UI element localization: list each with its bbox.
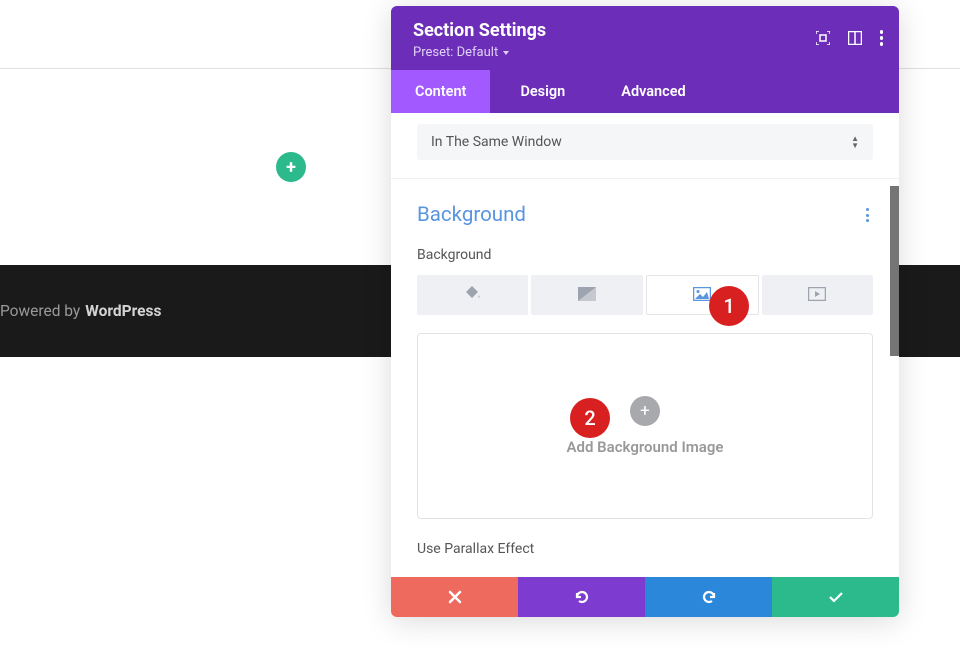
tab-content[interactable]: Content — [391, 70, 490, 113]
paint-bucket-icon — [465, 285, 481, 305]
modal-scrollbar[interactable] — [890, 186, 899, 356]
caret-down-icon — [503, 51, 509, 55]
background-image-dropzone[interactable]: + Add Background Image — [417, 333, 873, 519]
background-image-tab[interactable] — [646, 275, 759, 315]
settings-tabs: Content Design Advanced — [391, 70, 899, 113]
background-video-tab[interactable] — [762, 275, 873, 315]
gradient-icon — [578, 286, 596, 305]
link-target-select[interactable]: In The Same Window ▲▼ — [417, 124, 873, 160]
tab-advanced[interactable]: Advanced — [597, 70, 709, 113]
background-color-tab[interactable] — [417, 275, 528, 315]
add-image-text: Add Background Image — [567, 438, 724, 456]
background-section: Background Background — [391, 179, 899, 577]
redo-button[interactable] — [645, 577, 772, 617]
cancel-button[interactable] — [391, 577, 518, 617]
footer-prefix: Powered by — [0, 302, 80, 320]
section-options-icon[interactable] — [862, 208, 873, 222]
expand-icon[interactable] — [816, 31, 830, 45]
background-label: Background — [417, 247, 873, 263]
background-section-title: Background — [417, 203, 526, 227]
select-value: In The Same Window — [431, 134, 562, 150]
modal-title: Section Settings — [413, 20, 877, 41]
add-section-button[interactable]: + — [276, 152, 306, 182]
background-gradient-tab[interactable] — [531, 275, 642, 315]
section-settings-modal: Section Settings Preset: Default Content… — [391, 6, 899, 617]
undo-icon — [574, 589, 590, 605]
close-icon — [448, 590, 462, 604]
save-button[interactable] — [772, 577, 899, 617]
link-target-row: In The Same Window ▲▼ — [391, 113, 899, 179]
redo-icon — [701, 589, 717, 605]
preset-selector[interactable]: Preset: Default — [413, 45, 877, 60]
select-arrows-icon: ▲▼ — [851, 136, 859, 149]
section-title-row: Background — [417, 203, 873, 227]
undo-button[interactable] — [518, 577, 645, 617]
footer-brand: WordPress — [85, 302, 161, 320]
add-image-button[interactable]: + — [630, 396, 660, 426]
layout-icon[interactable] — [848, 31, 862, 45]
tab-design[interactable]: Design — [496, 70, 589, 113]
check-icon — [828, 591, 844, 603]
modal-body: In The Same Window ▲▼ Background Backgro… — [391, 113, 899, 577]
modal-footer — [391, 577, 899, 617]
background-type-tabs — [417, 275, 873, 315]
modal-header: Section Settings Preset: Default — [391, 6, 899, 70]
header-toolbar — [816, 30, 884, 46]
video-icon — [808, 286, 826, 305]
parallax-label: Use Parallax Effect — [417, 541, 873, 557]
preset-label: Preset: Default — [413, 45, 498, 60]
more-options-icon[interactable] — [880, 30, 884, 46]
image-icon — [693, 286, 711, 305]
